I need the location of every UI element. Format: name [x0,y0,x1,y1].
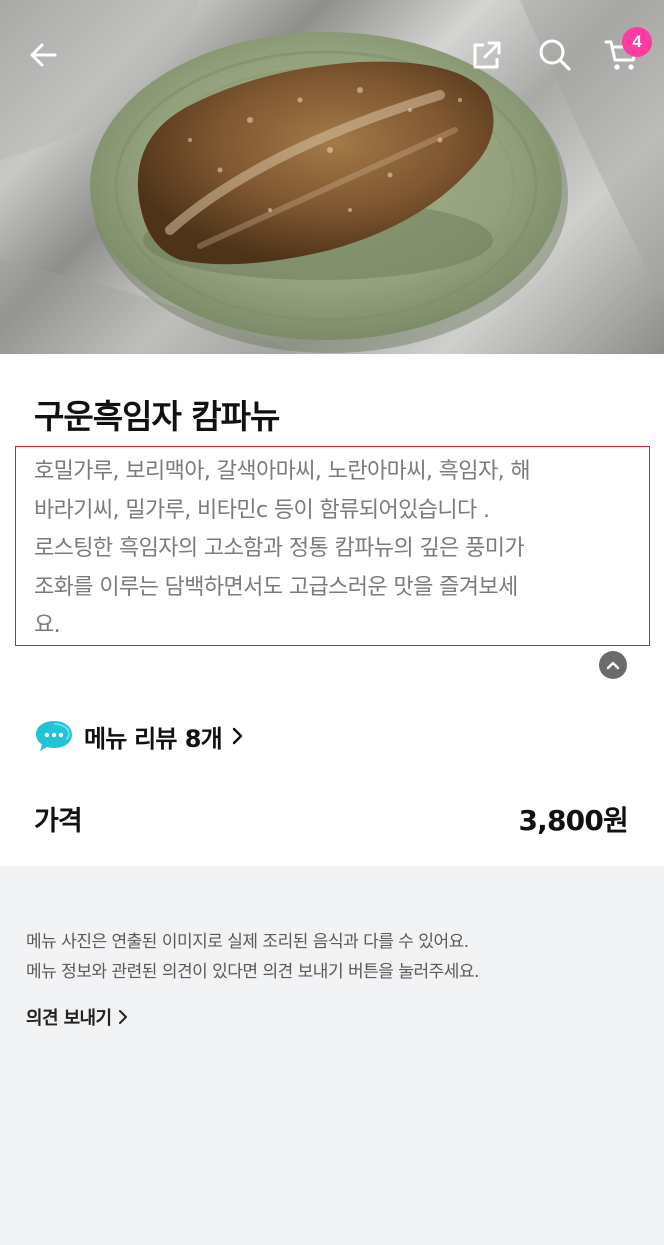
search-icon [539,39,571,71]
price-value: 3,800원 [518,804,628,837]
description-line: 호밀가루, 보리맥아, 갈색아마씨, 노란아마씨, 흑임자, 해 [34,459,531,484]
product-info-section: 구운흑임자 캄파뉴 호밀가루, 보리맥아, 갈색아마씨, 노란아마씨, 흑임자,… [0,354,664,866]
send-feedback-link[interactable]: 의견 보내기 [26,1003,129,1031]
review-count: 8개 [184,724,223,753]
description-line: 요. [34,613,61,638]
chevron-up-icon [606,661,620,670]
product-title: 구운흑임자 캄파뉴 [34,397,280,436]
notice-line: 메뉴 사진은 연출된 이미지로 실제 조리된 음식과 다를 수 있어요. [26,932,469,952]
chevron-right-icon [119,1010,128,1024]
review-label: 메뉴 리뷰 [84,724,177,753]
feedback-label: 의견 보내기 [26,1008,112,1029]
description-line: 바라기씨, 밀가루, 비타민c 등이 함류되어있습니다 . [34,497,490,523]
chevron-right-icon [232,727,243,745]
top-app-bar: 4 [0,0,664,110]
collapse-description-button[interactable] [599,651,627,679]
footer-notice-section: 메뉴 사진은 연출된 이미지로 실제 조리된 음식과 다를 수 있어요. 메뉴 … [0,866,664,1245]
description-line: 로스팅한 흑임자의 고소함과 정통 캄파뉴의 깊은 풍미가 [34,536,525,561]
back-arrow-icon [30,43,57,67]
chat-bubble-icon [36,721,72,751]
search-button[interactable] [534,34,576,76]
back-button[interactable] [20,32,66,78]
cart-count-badge: 4 [622,27,652,57]
photo-notice: 메뉴 사진은 연출된 이미지로 실제 조리된 음식과 다를 수 있어요. 메뉴 … [26,927,479,987]
product-description: 호밀가루, 보리맥아, 갈색아마씨, 노란아마씨, 흑임자, 해 바라기씨, 밀… [34,453,634,646]
menu-review-link[interactable]: 메뉴 리뷰 8개 [34,716,246,756]
notice-line: 메뉴 정보와 관련된 의견이 있다면 의견 보내기 버튼을 눌러주세요. [26,962,479,982]
description-line: 조화를 이루는 담백하면서도 고급스러운 맛을 즐겨보세 [34,574,518,600]
price-label: 가격 [34,806,83,837]
share-icon [473,41,501,69]
share-button[interactable] [466,34,508,76]
